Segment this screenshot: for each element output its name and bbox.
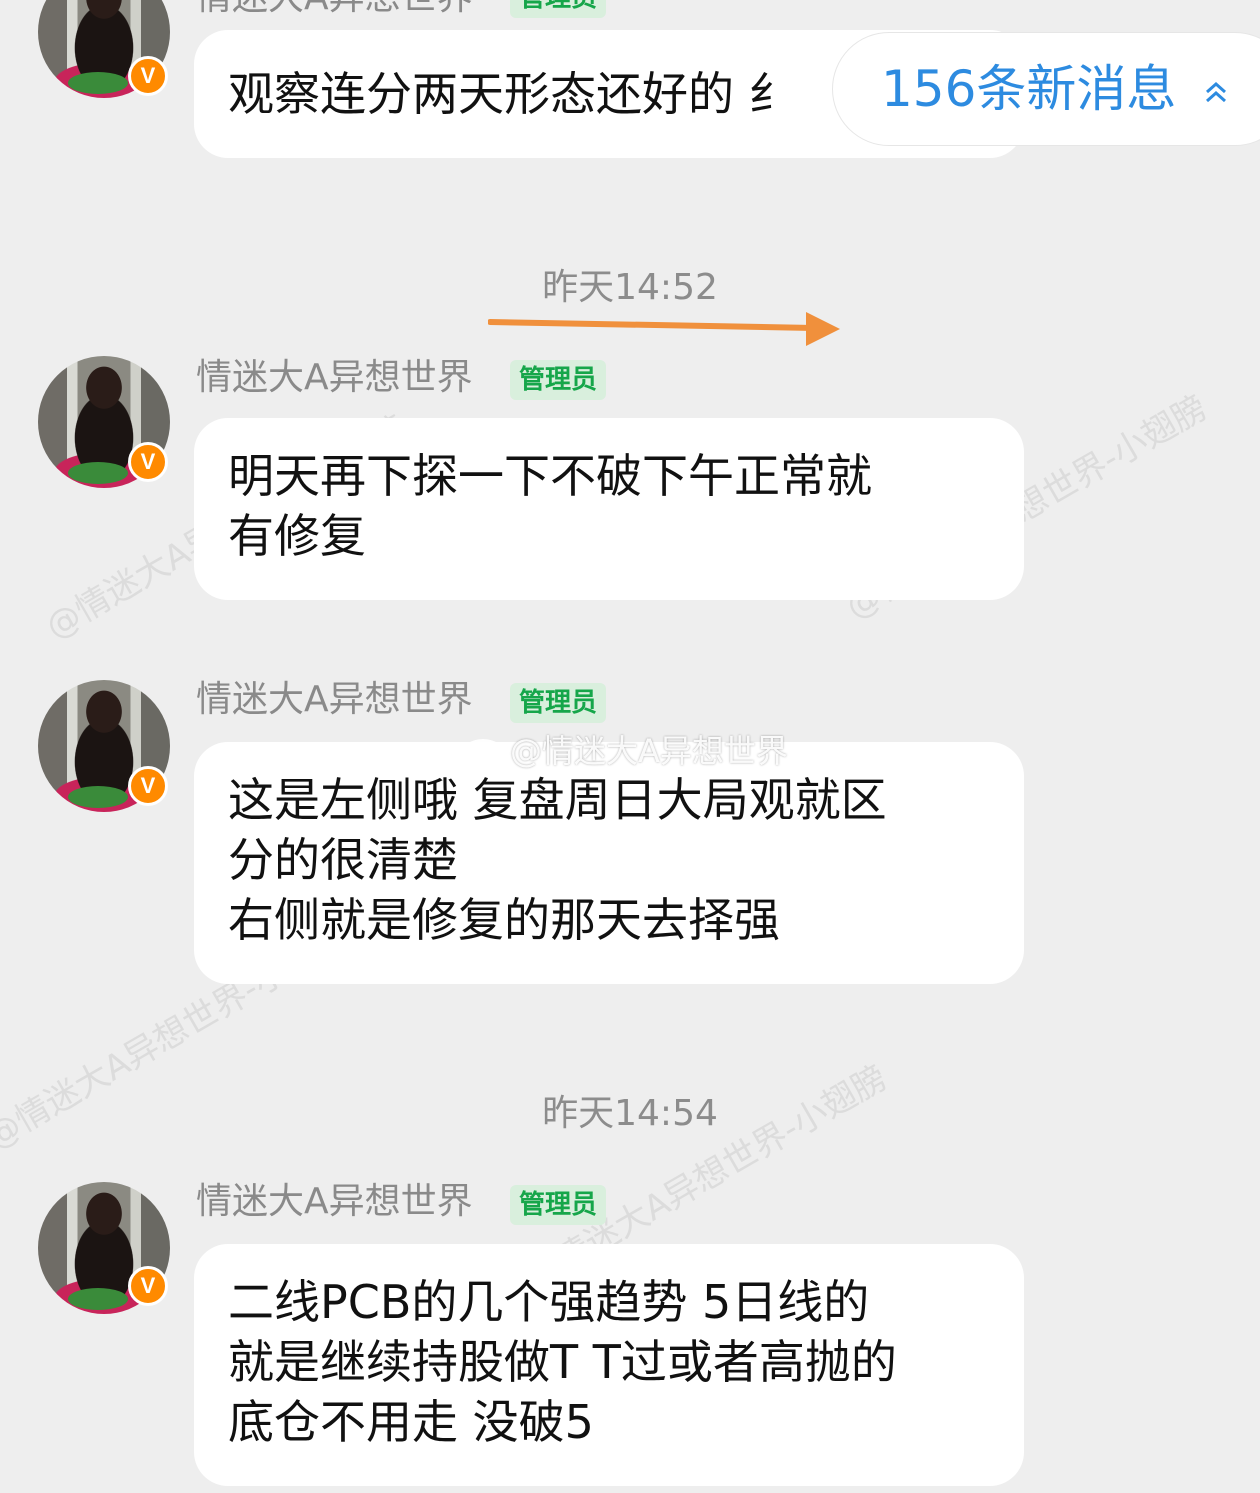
- timestamp: 昨天14:52: [542, 267, 718, 308]
- weibo-watermark-text: @情迷大A异想世界: [510, 732, 788, 770]
- verified-badge-icon: V: [128, 766, 168, 806]
- new-messages-label: 156条新消息: [881, 60, 1177, 118]
- sender-name[interactable]: 情迷大A异想世界: [196, 1182, 473, 1222]
- verified-badge-icon: V: [128, 56, 168, 96]
- new-messages-button[interactable]: 156条新消息: [832, 32, 1260, 146]
- verified-badge-icon: V: [128, 442, 168, 482]
- sender-name[interactable]: 情迷大A异想世界: [196, 358, 473, 398]
- message-bubble[interactable]: 二线PCB的几个强趋势 5日线的 就是继续持股做T T过或者高抛的 底仓不用走 …: [194, 1244, 1024, 1486]
- weibo-watermark: @情迷大A异想世界: [462, 726, 788, 772]
- message-bubble[interactable]: 明天再下探一下不破下午正常就 有修复: [194, 418, 1024, 600]
- admin-badge: 管理员: [510, 360, 606, 400]
- weibo-logo-icon: [462, 739, 504, 767]
- double-chevron-up-icon: [1206, 81, 1226, 103]
- message-bubble[interactable]: 这是左侧哦 复盘周日大局观就区 分的很清楚 右侧就是修复的那天去择强: [194, 742, 1024, 984]
- verified-badge-icon: V: [128, 1266, 168, 1306]
- admin-badge: 管理员: [510, 1185, 606, 1225]
- sender-name[interactable]: 情迷大A异想世界: [196, 0, 473, 18]
- sender-name[interactable]: 情迷大A异想世界: [196, 680, 473, 720]
- timestamp: 昨天14:54: [542, 1093, 718, 1134]
- admin-badge: 管理员: [510, 683, 606, 723]
- admin-badge: 管理员: [510, 0, 606, 18]
- annotation-arrow-icon: [488, 312, 840, 346]
